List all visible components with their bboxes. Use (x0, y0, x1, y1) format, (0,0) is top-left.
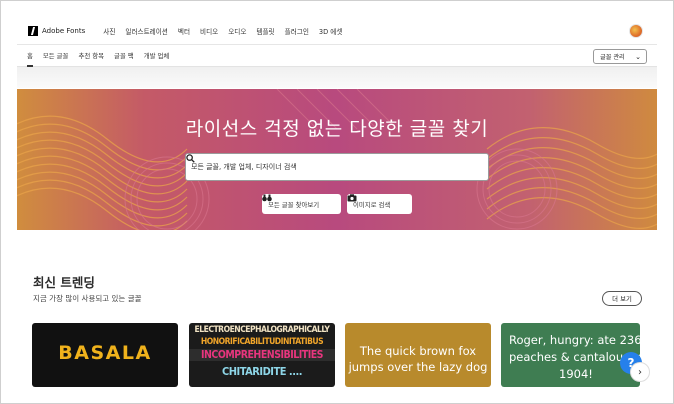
image-search-button[interactable]: 이미지로 검색 (347, 194, 412, 214)
browse-all-fonts-label: 모든 글꼴 찾아보기 (268, 200, 320, 209)
nav-item-illustrations[interactable]: 일러스트레이션 (125, 26, 167, 36)
font-card-sample-line: 1904! (559, 367, 593, 381)
font-card-sample-line: INCOMPREHENSIBILITIES (189, 349, 335, 361)
nav-item-videos[interactable]: 비디오 (200, 26, 218, 36)
camera-icon (347, 194, 357, 202)
image-search-label: 이미지로 검색 (353, 200, 391, 209)
section-divider (17, 67, 657, 88)
font-search-input[interactable]: 모든 글꼴, 개발 업체, 디자이너 검색 (185, 153, 489, 181)
font-card-sample-line: jumps over the lazy dog (348, 360, 488, 374)
carousel-next-button[interactable]: › (630, 362, 650, 382)
font-card-sample-line: Roger, hungry: ate 236 (509, 333, 640, 347)
manage-fonts-dropdown[interactable]: 글꼴 관리 ⌄ (593, 49, 647, 64)
nav-item-plugins[interactable]: 플러그인 (285, 26, 309, 36)
tab-foundries[interactable]: 개발 업체 (144, 51, 170, 60)
search-icon (186, 154, 195, 163)
font-card-sample-line: ELECTROENCEPHALOGRAPHICALLY (194, 325, 330, 335)
trending-subtitle: 지금 가장 많이 사용되고 있는 글꼴 (33, 294, 142, 303)
tab-font-packs[interactable]: 글꼴 팩 (114, 51, 134, 60)
chevron-right-icon: › (638, 366, 642, 378)
brand-name[interactable]: Adobe Fonts (42, 27, 85, 35)
tab-home[interactable]: 홈 (27, 51, 33, 67)
font-card-sample-line: HONORIFICABILITUDINITATIBUS (200, 337, 324, 347)
manage-fonts-label: 글꼴 관리 (600, 54, 625, 61)
nav-item-audio[interactable]: 오디오 (228, 26, 246, 36)
user-avatar[interactable] (629, 24, 643, 38)
font-card-sample: BASALA (58, 342, 152, 364)
main-nav: 사진 일러스트레이션 벡터 비디오 오디오 템플릿 플러그인 3D 에셋 (103, 26, 342, 36)
tab-all-fonts[interactable]: 모든 글꼴 (43, 51, 69, 60)
see-more-button[interactable]: 더 보기 (602, 291, 642, 306)
tab-recommended[interactable]: 추천 항목 (78, 51, 104, 60)
nav-item-3d-assets[interactable]: 3D 에셋 (319, 26, 343, 36)
hero-title: 라이선스 걱정 없는 다양한 글꼴 찾기 (185, 118, 489, 140)
font-card-sample: The quick brown fox jumps over the lazy … (345, 343, 491, 375)
hero-banner: 라이선스 걱정 없는 다양한 글꼴 찾기 모든 글꼴, 개발 업체, 디자이너 … (17, 89, 657, 230)
top-navigation-bar: Adobe Fonts 사진 일러스트레이션 벡터 비디오 오디오 템플릿 플러… (17, 17, 657, 45)
nav-item-photos[interactable]: 사진 (103, 26, 115, 36)
font-card-sans[interactable]: Roger, hungry: ate 236 peaches & cantalo… (501, 323, 640, 387)
adobe-fonts-logo-icon[interactable] (28, 25, 38, 36)
chevron-down-icon: ⌄ (635, 53, 641, 61)
font-card-serif[interactable]: The quick brown fox jumps over the lazy … (345, 323, 491, 387)
font-card-display[interactable]: ELECTROENCEPHALOGRAPHICALLY HONORIFICABI… (189, 323, 335, 387)
trending-heading: 최신 트렌딩 (33, 275, 95, 290)
search-placeholder: 모든 글꼴, 개발 업체, 디자이너 검색 (191, 163, 297, 171)
sub-navigation: 홈 모든 글꼴 추천 항목 글꼴 팩 개발 업체 글꼴 관리 ⌄ (17, 45, 657, 67)
font-card-sample-line: CHITARIDITE .... (222, 365, 302, 378)
binoculars-icon (262, 194, 272, 202)
nav-item-vectors[interactable]: 벡터 (178, 26, 190, 36)
nav-item-templates[interactable]: 템플릿 (256, 26, 274, 36)
font-card-basala[interactable]: BASALA (32, 323, 178, 387)
font-card-sample-line: The quick brown fox (359, 344, 477, 358)
browse-all-fonts-button[interactable]: 모든 글꼴 찾아보기 (262, 194, 341, 214)
